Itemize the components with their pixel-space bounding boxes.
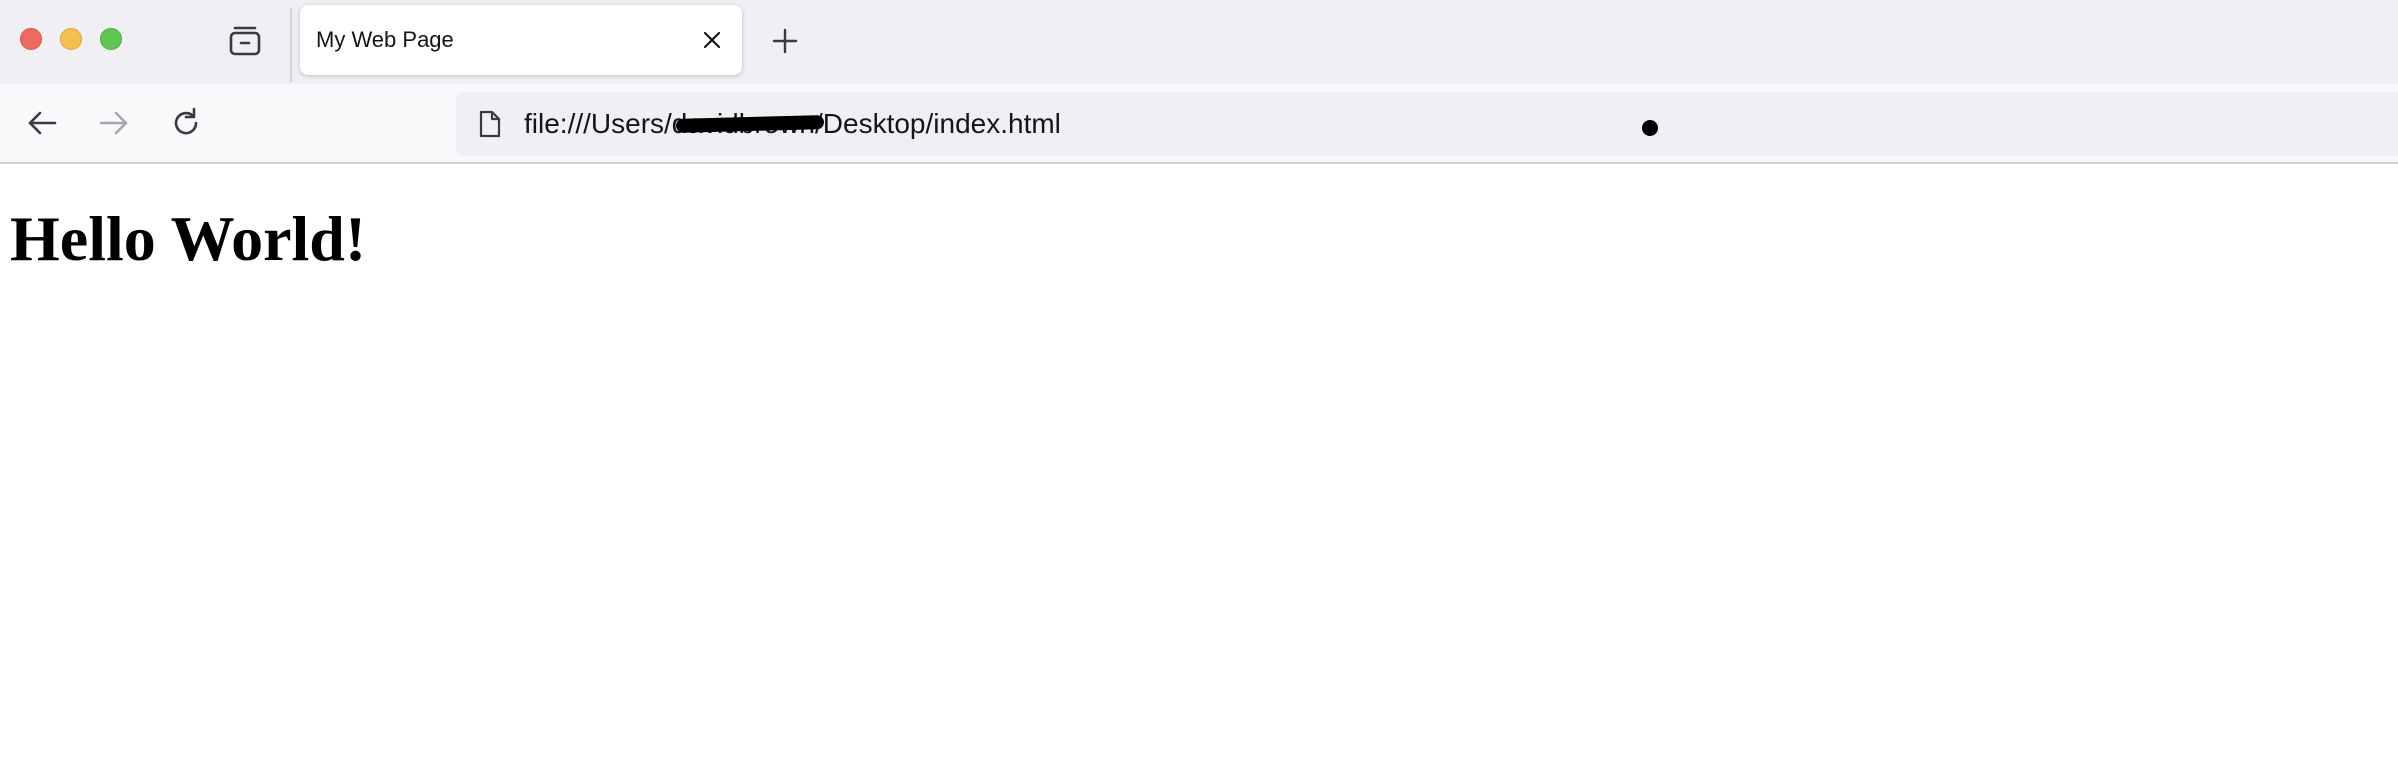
reload-icon <box>174 107 198 135</box>
tab-overview-icon <box>229 26 261 56</box>
browser-window: My Web Page Hello World! <box>0 0 2398 776</box>
page-icon <box>479 110 501 138</box>
close-icon <box>703 31 721 49</box>
forward-button[interactable] <box>94 103 134 143</box>
mouse-cursor <box>1642 120 1658 136</box>
navigation-toolbar: file:///Users/davidbrown/Desktop/index.h… <box>0 84 2398 164</box>
tab-strip-divider <box>290 8 292 82</box>
tab-overview-button[interactable] <box>226 24 264 58</box>
new-tab-button[interactable] <box>766 22 804 60</box>
close-tab-button[interactable] <box>698 26 726 54</box>
plus-icon <box>772 28 798 54</box>
window-maximize-button[interactable] <box>100 28 122 50</box>
arrow-right-icon <box>99 111 128 135</box>
page-content: Hello World! <box>0 164 2398 776</box>
window-minimize-button[interactable] <box>60 28 82 50</box>
reload-button[interactable] <box>166 103 206 143</box>
back-button[interactable] <box>22 103 62 143</box>
tab-active[interactable]: My Web Page <box>300 5 742 75</box>
page-info-button[interactable] <box>474 108 506 140</box>
tab-strip: My Web Page <box>0 0 2398 84</box>
arrow-left-icon <box>28 111 57 135</box>
window-close-button[interactable] <box>20 28 42 50</box>
page-heading: Hello World! <box>10 203 367 274</box>
tab-title: My Web Page <box>316 27 454 52</box>
